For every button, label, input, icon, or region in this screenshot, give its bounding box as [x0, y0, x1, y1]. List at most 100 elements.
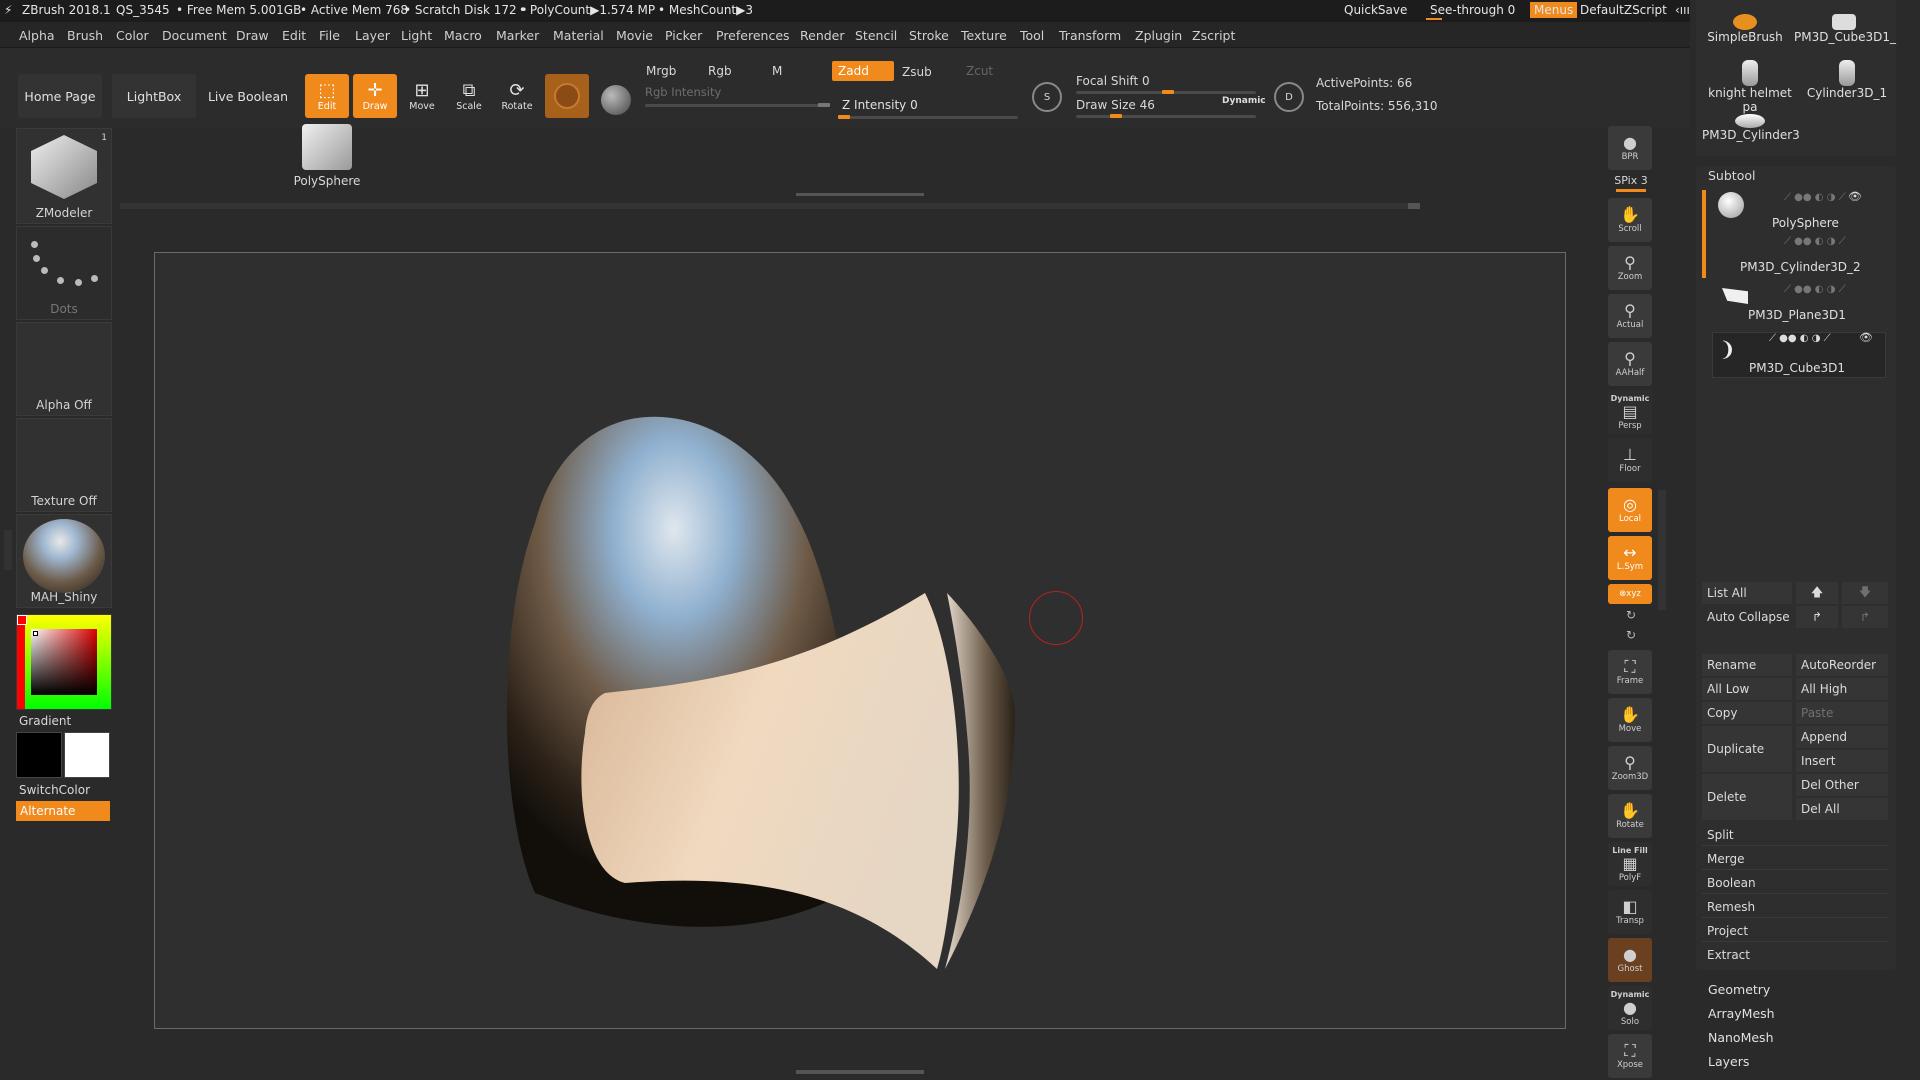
material-slot[interactable]: MAH_Shiny [16, 514, 112, 608]
zoom3d-button[interactable]: ⚲ Zoom3D [1608, 746, 1652, 790]
top-collapse-handle[interactable] [796, 193, 924, 198]
subtool-item-cube[interactable]: ❩ ⟋ ●● ◐ ◑ ⟋ 👁 PM3D_Cube3D1 [1712, 331, 1886, 378]
menu-light[interactable]: Light [401, 28, 432, 43]
duplicate-button[interactable]: Duplicate [1702, 726, 1792, 772]
scroll-button[interactable]: ✋ Scroll [1608, 198, 1652, 242]
menu-marker[interactable]: Marker [496, 28, 539, 43]
right-tray-handle[interactable] [1658, 490, 1666, 610]
move-mode-button[interactable]: ⊞ Move [400, 74, 444, 118]
draw-size-slider[interactable] [1076, 115, 1256, 118]
rotate-y-icon[interactable]: ↻ [1606, 608, 1656, 622]
tool-thumb-knight-helmet[interactable]: knight helmet pa [1702, 60, 1798, 114]
solo-button[interactable]: Dynamic ● Solo [1608, 986, 1652, 1030]
layers-section[interactable]: Layers [1708, 1054, 1749, 1069]
extract-section[interactable]: Extract [1702, 944, 1888, 966]
rotate-z-icon[interactable]: ↻ [1606, 628, 1656, 642]
autoreorder-button[interactable]: AutoReorder [1796, 654, 1888, 676]
zadd-toggle[interactable]: Zadd [832, 61, 894, 81]
cube-eye-icon[interactable]: 👁 [1859, 331, 1873, 344]
plane-visibility-icons[interactable]: ⟋ ●● ◐ ◑ ⟋ [1784, 284, 1846, 295]
aahalf-button[interactable]: ⚲ AAHalf [1608, 342, 1652, 386]
move-right-dim-arrow-icon[interactable]: ↱ [1842, 606, 1888, 628]
menu-layer[interactable]: Layer [355, 28, 390, 43]
lightbox-button[interactable]: LightBox [112, 74, 196, 118]
see-through-slider[interactable]: See-through 0 [1424, 2, 1524, 20]
lsym-button[interactable]: ↔ L.Sym [1608, 536, 1652, 580]
move-right-arrow-icon[interactable]: ↱ [1796, 606, 1838, 628]
project-section[interactable]: Project [1702, 920, 1888, 942]
rgb-intensity-slider[interactable] [645, 104, 825, 107]
floor-button[interactable]: ⊥ Floor [1608, 438, 1652, 482]
subtool-item-polysphere[interactable]: ⟋ ●● ◐ ◑ ⟋ 👁 PolySphere [1712, 188, 1892, 234]
frame-button[interactable]: ⛶ Frame [1608, 650, 1652, 694]
polysphere-thumb[interactable]: PolySphere [294, 124, 360, 190]
live-boolean-button[interactable]: Live Boolean [206, 74, 290, 118]
move-view-button[interactable]: ✋ Move [1608, 698, 1652, 742]
split-section[interactable]: Split [1702, 824, 1888, 846]
paste-button[interactable]: Paste [1796, 702, 1888, 724]
menu-alpha[interactable]: Alpha [19, 28, 55, 43]
boolean-section[interactable]: Boolean [1702, 872, 1888, 894]
bpr-button[interactable]: ● BPR [1608, 126, 1652, 170]
alternate-button[interactable]: Alternate [16, 801, 110, 821]
menu-tool[interactable]: Tool [1020, 28, 1044, 43]
menu-color[interactable]: Color [116, 28, 149, 43]
zcut-toggle[interactable]: Zcut [960, 61, 1020, 81]
main-color-swatch[interactable] [64, 732, 110, 778]
left-tray-handle[interactable] [4, 530, 12, 570]
default-zscript[interactable]: DefaultZScript [1580, 3, 1667, 17]
insert-button[interactable]: Insert [1796, 750, 1888, 772]
all-high-button[interactable]: All High [1796, 678, 1888, 700]
menu-zplugin[interactable]: Zplugin [1135, 28, 1182, 43]
xpose-button[interactable]: ⛶ Xpose [1608, 1034, 1652, 1078]
cube-visibility-icons[interactable]: ⟋ ●● ◐ ◑ ⟋ [1769, 333, 1831, 344]
zoom-button[interactable]: ⚲ Zoom [1608, 246, 1652, 290]
document-canvas[interactable] [154, 252, 1566, 1029]
menu-macro[interactable]: Macro [444, 28, 482, 43]
ghost-button[interactable]: ● Ghost [1608, 938, 1652, 982]
move-down-arrow-icon[interactable]: 🡇 [1842, 582, 1888, 604]
menu-zscript[interactable]: Zscript [1192, 28, 1235, 43]
texture-slot[interactable]: Texture Off [16, 418, 112, 512]
draw-mode-button[interactable]: ✛ Draw [353, 74, 397, 118]
local-button[interactable]: ◎ Local [1608, 488, 1652, 532]
all-low-button[interactable]: All Low [1702, 678, 1792, 700]
del-all-button[interactable]: Del All [1796, 798, 1888, 820]
merge-section[interactable]: Merge [1702, 848, 1888, 870]
menu-preferences[interactable]: Preferences [716, 28, 790, 43]
edit-mode-button[interactable]: ⬚ Edit [305, 74, 349, 118]
list-all-button[interactable]: List All [1702, 582, 1792, 604]
secondary-color-swatch[interactable] [16, 732, 62, 778]
geometry-section[interactable]: Geometry [1708, 982, 1770, 997]
rotate-mode-button[interactable]: ⟳ Rotate [495, 74, 539, 118]
nanomesh-section[interactable]: NanoMesh [1708, 1030, 1774, 1045]
delete-button[interactable]: Delete [1702, 774, 1792, 820]
z-intensity-slider[interactable] [838, 116, 1018, 119]
stroke-slot[interactable]: Dots [16, 226, 112, 320]
rgb-toggle[interactable]: Rgb [702, 61, 762, 81]
menu-transform[interactable]: Transform [1059, 28, 1121, 43]
move-up-arrow-icon[interactable]: 🡅 [1796, 582, 1838, 604]
draw-size-icon[interactable]: D [1274, 82, 1304, 112]
tool-thumb-simplebrush[interactable]: SimpleBrush [1702, 14, 1788, 44]
subtool-item-plane[interactable]: ⟋ ●● ◐ ◑ ⟋ PM3D_Plane3D1 [1712, 284, 1892, 330]
tool-thumb-cube3d[interactable]: PM3D_Cube3D1_ [1794, 14, 1896, 44]
copy-button[interactable]: Copy [1702, 702, 1792, 724]
remesh-section[interactable]: Remesh [1702, 896, 1888, 918]
menu-stroke[interactable]: Stroke [909, 28, 949, 43]
menu-movie[interactable]: Movie [616, 28, 653, 43]
menus-toggle[interactable]: Menus [1530, 2, 1578, 18]
menu-stencil[interactable]: Stencil [855, 28, 897, 43]
menu-edit[interactable]: Edit [282, 28, 306, 43]
bottom-collapse-handle[interactable] [796, 1070, 924, 1074]
rename-button[interactable]: Rename [1702, 654, 1792, 676]
scale-mode-button[interactable]: ⧉ Scale [447, 74, 491, 118]
tool-thumb-pm3d-cylinder[interactable]: PM3D_Cylinder3 [1702, 114, 1800, 142]
menu-render[interactable]: Render [800, 28, 845, 43]
polysphere-eye-icon[interactable]: 👁 [1848, 190, 1862, 203]
lazy-mouse-icon[interactable]: S [1032, 82, 1062, 112]
m-toggle[interactable]: M [766, 61, 826, 81]
tool-thumb-cylinder3d[interactable]: Cylinder3D_1 [1802, 60, 1892, 100]
material-swatch[interactable] [545, 74, 589, 118]
color-sphere[interactable] [594, 78, 638, 122]
